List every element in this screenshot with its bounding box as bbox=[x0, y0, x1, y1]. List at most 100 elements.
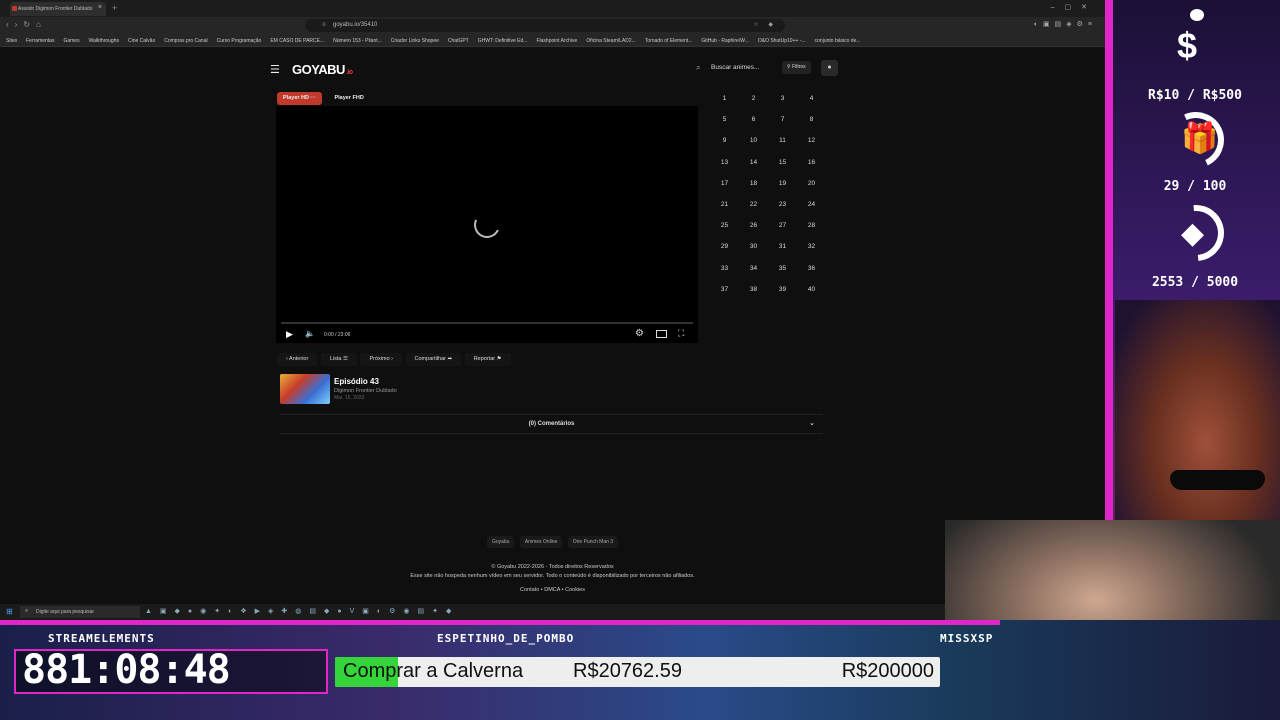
episode-button[interactable]: 38 bbox=[739, 281, 768, 302]
episode-button[interactable]: 35 bbox=[768, 260, 797, 281]
episode-button[interactable]: 7 bbox=[768, 111, 797, 132]
footer-link-animes-online[interactable]: Animes Online bbox=[519, 536, 563, 548]
settings-gear-icon[interactable]: ⚙ bbox=[635, 328, 644, 339]
tab-player-fhd[interactable]: Player FHD bbox=[328, 92, 369, 105]
bookmark-item[interactable]: Walkthroughs bbox=[89, 38, 119, 44]
filter-button[interactable]: ⚲ Filtros bbox=[782, 61, 811, 74]
bookmark-item[interactable]: ChatGPT bbox=[448, 38, 469, 44]
bookmark-item[interactable]: Flashpoint Archive bbox=[536, 38, 577, 44]
episode-button[interactable]: 9 bbox=[710, 132, 739, 153]
share-button[interactable]: Compartilhar ➦ bbox=[405, 353, 462, 366]
episode-button[interactable]: 27 bbox=[768, 217, 797, 238]
bookmark-item[interactable]: GitHub - Raphire/W... bbox=[701, 38, 749, 44]
bookmark-item[interactable]: Criador Links Shopee bbox=[391, 38, 439, 44]
comments-toggle[interactable]: (0) Comentários ⌄ bbox=[280, 414, 823, 434]
video-player[interactable]: ▶ 🔈 0:00 / 23:06 ⚙ ⛶ bbox=[276, 106, 698, 343]
next-episode-button[interactable]: Próximo › bbox=[360, 353, 402, 366]
windows-start-icon[interactable]: ⊞ bbox=[6, 607, 13, 616]
taskbar-search[interactable]: ⌕ Digite aqui para pesquisar bbox=[20, 606, 140, 618]
episode-button[interactable]: 4 bbox=[797, 90, 826, 111]
new-tab-icon[interactable]: + bbox=[112, 3, 117, 13]
episode-button[interactable]: 17 bbox=[710, 175, 739, 196]
bookmark-item[interactable]: Games bbox=[63, 38, 79, 44]
goal-current: R$20762.59 bbox=[573, 660, 682, 682]
browser-tab[interactable]: Assistir Digimon Frontier Dublado × bbox=[10, 2, 106, 16]
episode-button[interactable]: 24 bbox=[797, 196, 826, 217]
episode-button[interactable]: 5 bbox=[710, 111, 739, 132]
anime-name-link[interactable]: Digimon Frontier Dublado bbox=[334, 388, 397, 394]
episode-button[interactable]: 22 bbox=[739, 196, 768, 217]
tab-player-hd[interactable]: Player HD ··· bbox=[277, 92, 323, 105]
episode-button[interactable]: 13 bbox=[710, 154, 739, 175]
episode-button[interactable]: 31 bbox=[768, 238, 797, 259]
bookmark-item[interactable]: EM CASO DE PARCE... bbox=[270, 38, 324, 44]
bookmark-item[interactable]: Ferramentas bbox=[26, 38, 54, 44]
prev-episode-button[interactable]: ‹ Anterior bbox=[277, 353, 318, 366]
bookmark-item[interactable]: Número 153 - Pilant... bbox=[333, 38, 382, 44]
episode-button[interactable]: 39 bbox=[768, 281, 797, 302]
episode-button[interactable]: 16 bbox=[797, 154, 826, 175]
episode-button[interactable]: 30 bbox=[739, 238, 768, 259]
user-icon[interactable]: ● bbox=[821, 60, 838, 76]
site-logo[interactable]: GOYABU.io bbox=[292, 62, 353, 77]
episode-button[interactable]: 19 bbox=[768, 175, 797, 196]
site-info-icon[interactable]: ≡ bbox=[322, 22, 326, 28]
loading-spinner-icon bbox=[470, 208, 504, 242]
play-icon[interactable]: ▶ bbox=[286, 329, 293, 340]
search-input[interactable]: Buscar animes... bbox=[711, 64, 759, 71]
episode-button[interactable]: 20 bbox=[797, 175, 826, 196]
theater-mode-icon[interactable] bbox=[656, 330, 667, 338]
bookmark-item[interactable]: Cine Calvão bbox=[128, 38, 155, 44]
window-controls[interactable]: –▢✕ bbox=[1051, 3, 1097, 11]
close-tab-icon[interactable]: × bbox=[98, 4, 102, 11]
bookmark-item[interactable]: Sites bbox=[6, 38, 17, 44]
taskbar-search-input[interactable]: Digite aqui para pesquisar bbox=[36, 609, 94, 615]
episode-button[interactable]: 28 bbox=[797, 217, 826, 238]
bookmark-item[interactable]: Curso Programação bbox=[217, 38, 262, 44]
bookmark-item[interactable]: GHWT: Definitive Ed... bbox=[478, 38, 528, 44]
episode-button[interactable]: 12 bbox=[797, 132, 826, 153]
bookmark-item[interactable]: Tornado of Element... bbox=[645, 38, 693, 44]
footer-link-one-punch-man[interactable]: One Punch Man 3 bbox=[567, 536, 619, 548]
episode-button[interactable]: 18 bbox=[739, 175, 768, 196]
episode-list-button[interactable]: Lista ☰ bbox=[320, 353, 357, 366]
bookmark-item[interactable]: Compras pro Canal bbox=[164, 38, 207, 44]
footer-link-goyabu[interactable]: Goyabu bbox=[486, 536, 515, 548]
volume-icon[interactable]: 🔈 bbox=[305, 329, 315, 338]
taskbar-app-icons[interactable]: ▲▣◆●◉✦◐❖▶◈✚◍▤◆●V▣◐⚙◉▤✦◆ bbox=[145, 607, 459, 615]
extension-icons[interactable]: ◐▣▤◈⚙≡ bbox=[1034, 20, 1097, 28]
bookmark-item[interactable]: conjunto básico de... bbox=[815, 38, 861, 44]
address-bar[interactable]: ≡ goyabu.io/35410 ☆ ◆ bbox=[305, 19, 785, 32]
episode-button[interactable]: 14 bbox=[739, 154, 768, 175]
episode-button[interactable]: 32 bbox=[797, 238, 826, 259]
report-button[interactable]: Reportar ⚑ bbox=[464, 353, 511, 366]
episode-button[interactable]: 26 bbox=[739, 217, 768, 238]
hamburger-menu-icon[interactable]: ☰ bbox=[270, 63, 280, 76]
episode-button[interactable]: 8 bbox=[797, 111, 826, 132]
episode-button[interactable]: 33 bbox=[710, 260, 739, 281]
anime-thumbnail[interactable] bbox=[280, 374, 330, 404]
episode-button[interactable]: 37 bbox=[710, 281, 739, 302]
bookmark-item[interactable]: Oficina Steam/LAD2... bbox=[586, 38, 635, 44]
video-progress-bar[interactable] bbox=[281, 322, 693, 324]
episode-button[interactable]: 34 bbox=[739, 260, 768, 281]
episode-button[interactable]: 36 bbox=[797, 260, 826, 281]
episode-button[interactable]: 40 bbox=[797, 281, 826, 302]
episode-button[interactable]: 23 bbox=[768, 196, 797, 217]
fullscreen-icon[interactable]: ⛶ bbox=[678, 328, 684, 339]
episode-button[interactable]: 6 bbox=[739, 111, 768, 132]
bookmark-item[interactable]: O&O ShutUp10++ -... bbox=[758, 38, 806, 44]
diamond-icon: ◆ bbox=[1181, 217, 1205, 250]
episode-button[interactable]: 1 bbox=[710, 90, 739, 111]
episode-button[interactable]: 3 bbox=[768, 90, 797, 111]
episode-button[interactable]: 29 bbox=[710, 238, 739, 259]
episode-button[interactable]: 15 bbox=[768, 154, 797, 175]
episode-button[interactable]: 10 bbox=[739, 132, 768, 153]
legal-links[interactable]: Contato • DMCA • Cookies bbox=[0, 587, 1105, 593]
address-bar-actions[interactable]: ☆ ◆ bbox=[753, 21, 777, 28]
episode-button[interactable]: 25 bbox=[710, 217, 739, 238]
nav-buttons[interactable]: ‹›↻⌂ bbox=[6, 20, 47, 29]
episode-button[interactable]: 11 bbox=[768, 132, 797, 153]
episode-button[interactable]: 2 bbox=[739, 90, 768, 111]
episode-button[interactable]: 21 bbox=[710, 196, 739, 217]
